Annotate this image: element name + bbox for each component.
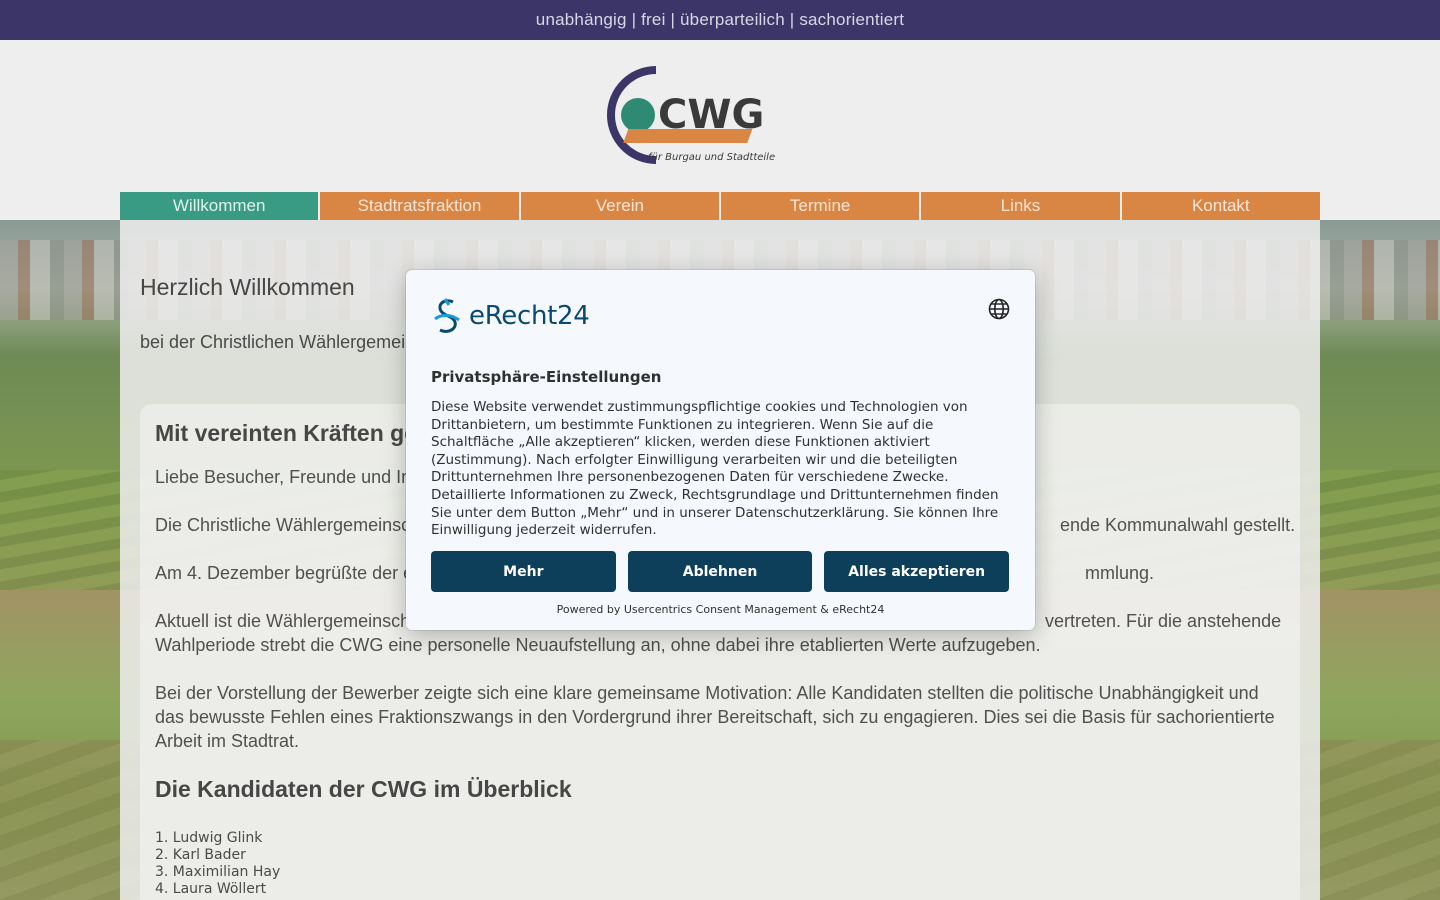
list-item: 2. Karl Bader: [155, 847, 246, 863]
list-item: 4. Laura Wöllert: [155, 881, 267, 897]
nav-item-willkommen[interactable]: Willkommen: [120, 192, 319, 220]
decline-button[interactable]: Ablehnen: [627, 551, 813, 592]
nav-item-termine[interactable]: Termine: [720, 192, 920, 220]
logo-subtitle: für Burgau und Stadtteile: [648, 152, 775, 163]
tagline-bar: unabhängig | frei | überparteilich | sac…: [0, 0, 1440, 40]
candidates-heading: Die Kandidaten der CWG im Überblick: [155, 776, 572, 802]
page-title: Herzlich Willkommen: [140, 274, 355, 300]
tagline: unabhängig | frei | überparteilich | sac…: [535, 10, 905, 29]
logo-text: CWG: [658, 92, 764, 138]
nav-item-kontakt[interactable]: Kontakt: [1121, 192, 1320, 220]
language-globe-icon[interactable]: [988, 298, 1010, 320]
more-button[interactable]: Mehr: [431, 551, 616, 592]
paragraph-end: vertreten. Für die anstehende: [1045, 611, 1282, 631]
paragraph-start: Die Christliche Wählergemeinscha: [155, 515, 431, 535]
powered-by-link[interactable]: Powered by Usercentrics Consent Manageme…: [406, 603, 1035, 616]
paragraph: Wahlperiode strebt die CWG eine personel…: [155, 635, 1041, 655]
erecht24-logo: eRecht24: [431, 296, 590, 336]
intro-text: bei der Christlichen Wählergemeins: [140, 332, 425, 352]
consent-dialog: eRecht24 Privatsphäre-Einstellungen Dies…: [406, 270, 1035, 630]
consent-text: Diese Website verwendet zustimmungspflic…: [431, 399, 999, 539]
list-item: 1. Ludwig Glink: [155, 830, 263, 846]
consent-title: Privatsphäre-Einstellungen: [431, 368, 662, 386]
nav-item-links[interactable]: Links: [921, 192, 1120, 220]
paragraph-end: ende Kommunalwahl gestellt.: [1060, 515, 1296, 535]
paragraph: Bei der Vorstellung der Bewerber zeigte …: [155, 683, 1275, 751]
paragraph-start: Am 4. Dezember begrüßte der ers: [155, 563, 429, 583]
cwg-logo[interactable]: CWG für Burgau und Stadtteile: [598, 64, 780, 166]
accept-all-button[interactable]: Alles akzeptieren: [824, 551, 1010, 592]
brand-name: eRecht24: [469, 301, 590, 331]
nav-item-stadtratsfraktion[interactable]: Stadtratsfraktion: [320, 192, 519, 220]
main-nav: Willkommen Stadtratsfraktion Verein Term…: [120, 192, 1320, 220]
paragraph-end: mmlung.: [1085, 563, 1155, 583]
candidate-list: 1. Ludwig Glink 2. Karl Bader 3. Maximil…: [155, 830, 280, 898]
paragraph-start: Aktuell ist die Wählergemeinscha: [155, 611, 421, 631]
nav-item-verein[interactable]: Verein: [520, 192, 719, 220]
consent-buttons: Mehr Ablehnen Alles akzeptieren: [431, 551, 1010, 592]
list-item: 3. Maximilian Hay: [155, 864, 281, 880]
erecht24-icon: [434, 298, 460, 333]
